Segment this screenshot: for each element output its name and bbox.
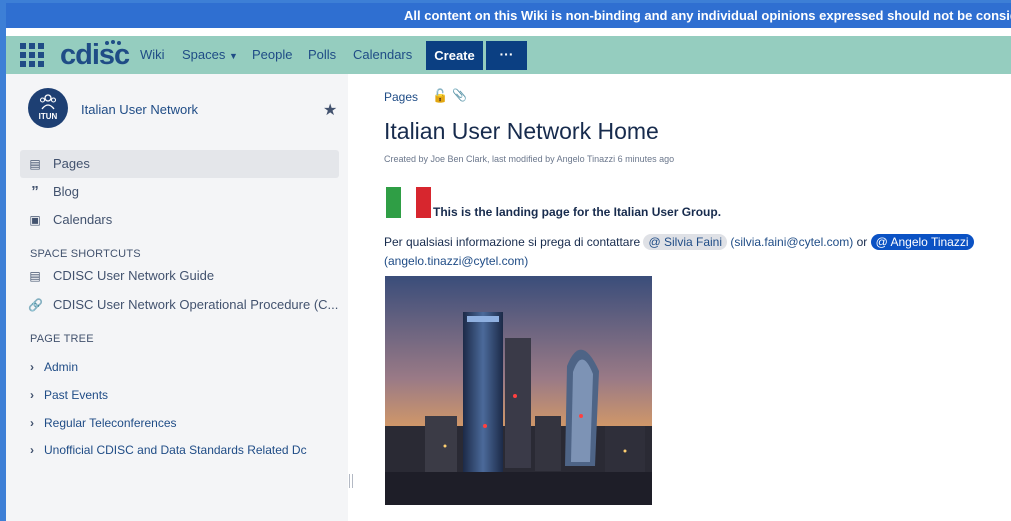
calendar-icon: ▣ bbox=[29, 213, 41, 227]
chevron-right-icon[interactable]: › bbox=[30, 388, 44, 402]
space-avatar[interactable]: ITUN bbox=[28, 88, 68, 128]
top-navbar: cdisc Wiki Spaces ▼ People Polls Calenda… bbox=[6, 36, 1011, 74]
tree-item-label: Past Events bbox=[44, 388, 109, 402]
page-metadata: Created by Joe Ben Clark, last modified … bbox=[384, 154, 675, 164]
users-icon bbox=[39, 94, 57, 110]
star-icon[interactable]: ★ bbox=[323, 100, 337, 120]
milan-skyline-photo bbox=[385, 276, 652, 505]
tree-item-past-events[interactable]: › Past Events bbox=[30, 388, 108, 402]
sidebar-item-pages[interactable]: ▤ Pages bbox=[20, 150, 339, 178]
sidebar-item-calendars[interactable]: ▣ Calendars bbox=[20, 206, 339, 234]
avatar-abbr: ITUN bbox=[38, 112, 58, 121]
logo-dot-icon bbox=[111, 40, 115, 44]
attachment-icon[interactable]: 📎 bbox=[452, 88, 467, 102]
space-name-link[interactable]: Italian User Network bbox=[81, 102, 198, 117]
disclaimer-banner: All content on this Wiki is non-binding … bbox=[6, 3, 1011, 28]
link-icon: 🔗 bbox=[28, 298, 43, 312]
space-sidebar: ITUN Italian User Network ★ ▤ Pages ” Bl… bbox=[6, 74, 348, 521]
contact-paragraph: Per qualsiasi informazione si prega di c… bbox=[384, 233, 1006, 271]
tree-item-regular-teleconferences[interactable]: › Regular Teleconferences bbox=[30, 416, 177, 430]
sidebar-item-label: Calendars bbox=[53, 212, 113, 227]
create-button[interactable]: Create bbox=[426, 41, 483, 70]
page-title: Italian User Network Home bbox=[384, 118, 659, 144]
more-create-button[interactable]: ··· bbox=[486, 41, 527, 70]
nav-spaces-label: Spaces bbox=[182, 47, 226, 62]
space-shortcuts-heading: SPACE SHORTCUTS bbox=[30, 248, 141, 260]
apps-grid-icon[interactable] bbox=[20, 43, 44, 67]
breadcrumb-pages[interactable]: Pages bbox=[384, 90, 418, 104]
skyline-illustration bbox=[385, 276, 652, 505]
landing-text: This is the landing page for the Italian… bbox=[433, 205, 722, 219]
shortcut-label: CDISC User Network Operational Procedure… bbox=[53, 297, 339, 312]
email-angelo-tinazzi[interactable]: (angelo.tinazzi@cytel.com) bbox=[384, 254, 528, 268]
email-silvia-faini[interactable]: (silvia.faini@cytel.com) bbox=[730, 235, 853, 249]
sidebar-item-label: Blog bbox=[53, 184, 80, 199]
shortcut-operational-procedure[interactable]: 🔗 CDISC User Network Operational Procedu… bbox=[20, 291, 339, 319]
chevron-right-icon[interactable]: › bbox=[30, 443, 44, 457]
or-text: or bbox=[856, 235, 868, 249]
nav-polls[interactable]: Polls bbox=[308, 47, 336, 62]
sidebar-resize-handle[interactable] bbox=[349, 474, 353, 488]
tree-item-label: Unofficial CDISC and Data Standards Rela… bbox=[44, 443, 307, 457]
sidebar-item-label: Pages bbox=[53, 156, 90, 171]
chevron-down-icon: ▼ bbox=[229, 51, 238, 61]
logo-dot-icon bbox=[117, 41, 121, 45]
tree-item-admin[interactable]: › Admin bbox=[30, 360, 78, 374]
mention-silvia-faini[interactable]: @ Silvia Faini bbox=[643, 234, 728, 250]
chevron-right-icon[interactable]: › bbox=[30, 360, 44, 374]
nav-wiki[interactable]: Wiki bbox=[140, 47, 165, 62]
tree-item-label: Regular Teleconferences bbox=[44, 416, 177, 430]
sidebar-item-blog[interactable]: ” Blog bbox=[20, 178, 339, 206]
shortcut-label: CDISC User Network Guide bbox=[53, 268, 215, 283]
chevron-right-icon[interactable]: › bbox=[30, 416, 44, 430]
nav-people[interactable]: People bbox=[252, 47, 292, 62]
page-tree-heading: PAGE TREE bbox=[30, 333, 94, 345]
italian-flag-image bbox=[386, 187, 431, 218]
nav-calendars[interactable]: Calendars bbox=[353, 47, 412, 62]
nav-spaces[interactable]: Spaces ▼ bbox=[182, 47, 238, 62]
unlock-icon[interactable]: 🔓 bbox=[432, 88, 448, 104]
shortcut-user-network-guide[interactable]: ▤ CDISC User Network Guide bbox=[20, 262, 339, 290]
tree-item-label: Admin bbox=[44, 360, 79, 374]
logo-dot-icon bbox=[105, 41, 109, 45]
page-icon: ▤ bbox=[29, 269, 41, 283]
page-icon: ▤ bbox=[29, 157, 41, 171]
mention-angelo-tinazzi[interactable]: @ Angelo Tinazzi bbox=[870, 234, 974, 250]
tree-item-unofficial-cdisc[interactable]: › Unofficial CDISC and Data Standards Rel… bbox=[30, 443, 307, 457]
contact-intro: Per qualsiasi informazione si prega di c… bbox=[384, 235, 641, 249]
quote-icon: ” bbox=[31, 183, 39, 200]
banner-text: All content on this Wiki is non-binding … bbox=[404, 8, 1011, 23]
